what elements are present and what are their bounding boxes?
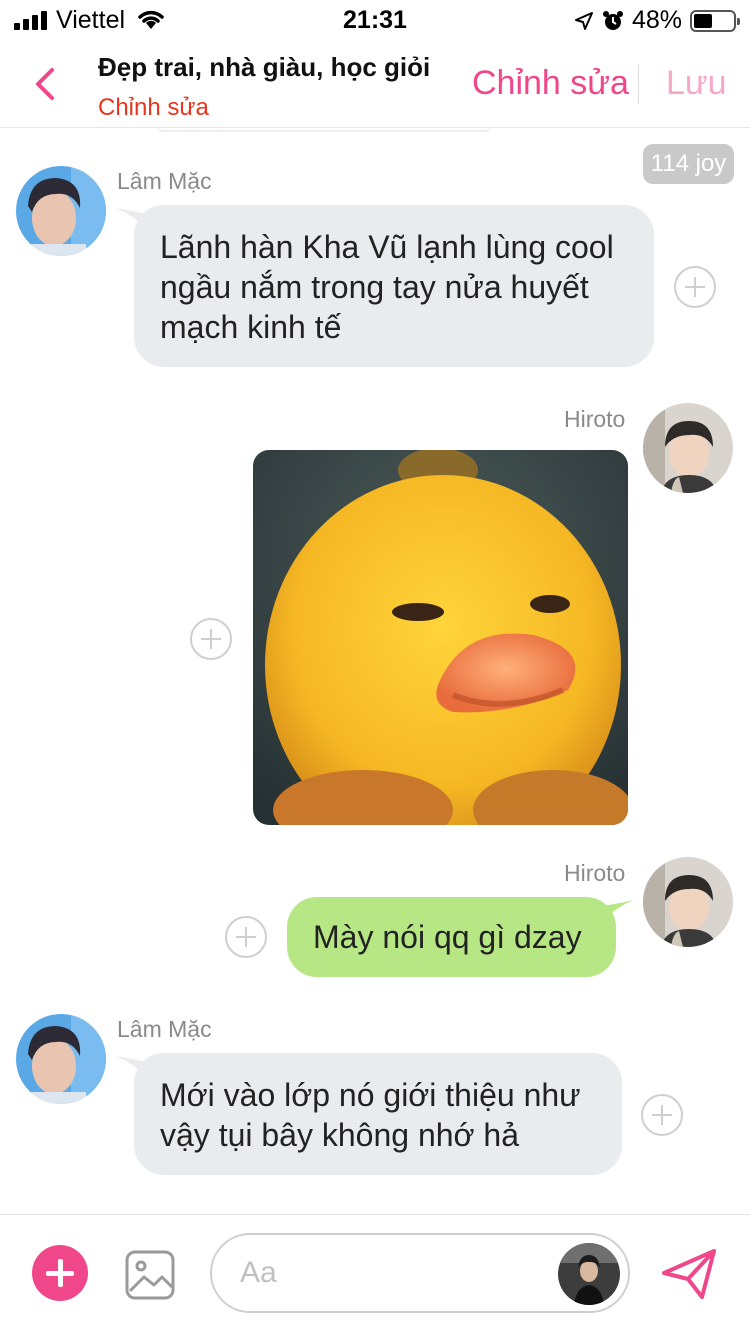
avatar[interactable]	[16, 166, 106, 256]
message-text: Lãnh hàn Kha Vũ lạnh lùng cool ngầu nắm …	[160, 229, 614, 345]
save-button[interactable]: Lưu	[666, 64, 727, 103]
avatar[interactable]	[643, 857, 733, 947]
battery-percent: 48%	[631, 6, 682, 34]
back-chevron-icon[interactable]	[26, 62, 66, 106]
image-icon[interactable]	[124, 1249, 176, 1301]
sender-name: Hiroto	[564, 406, 626, 432]
sender-name: Hiroto	[564, 860, 626, 886]
alarm-icon	[602, 10, 623, 30]
duck-sticker-image[interactable]	[253, 450, 628, 825]
battery-icon	[690, 9, 740, 32]
plus-circle-icon[interactable]	[641, 1094, 683, 1136]
persona-avatar[interactable]	[558, 1243, 620, 1305]
message-input-box[interactable]	[210, 1233, 630, 1313]
message-bubble[interactable]: Mới vào lớp nó giới thiệu như vậy tụi bâ…	[134, 1053, 622, 1175]
plus-circle-icon[interactable]	[190, 618, 232, 660]
edit-button[interactable]: Chỉnh sửa	[472, 64, 629, 103]
previous-message-edge	[156, 124, 492, 132]
plus-circle-icon[interactable]	[225, 916, 267, 958]
message-bubble[interactable]: Mày nói qq gì dzay	[287, 897, 616, 977]
message-bubble[interactable]: Lãnh hàn Kha Vũ lạnh lùng cool ngầu nắm …	[134, 205, 654, 367]
chat-header: Đẹp trai, nhà giàu, học giỏi Chỉnh sửa C…	[0, 40, 750, 128]
chat-subtitle[interactable]: Chỉnh sửa	[98, 94, 209, 122]
send-icon[interactable]	[660, 1247, 718, 1301]
avatar[interactable]	[643, 403, 733, 493]
sender-name: Lâm Mặc	[117, 1016, 212, 1042]
message-text: Mới vào lớp nó giới thiệu như vậy tụi bâ…	[160, 1077, 581, 1153]
sender-name: Lâm Mặc	[117, 168, 212, 194]
header-divider	[638, 64, 639, 104]
message-input[interactable]	[240, 1249, 540, 1297]
avatar[interactable]	[16, 1014, 106, 1104]
status-bar: Viettel 21:31 48%	[0, 0, 750, 40]
plus-circle-icon[interactable]	[674, 266, 716, 308]
chat-title[interactable]: Đẹp trai, nhà giàu, học giỏi	[98, 52, 430, 83]
joy-badge: 114 joy	[643, 144, 734, 184]
add-icon[interactable]	[32, 1245, 88, 1301]
message-text: Mày nói qq gì dzay	[313, 919, 582, 955]
location-icon	[574, 11, 593, 30]
composer-bar	[0, 1214, 750, 1334]
